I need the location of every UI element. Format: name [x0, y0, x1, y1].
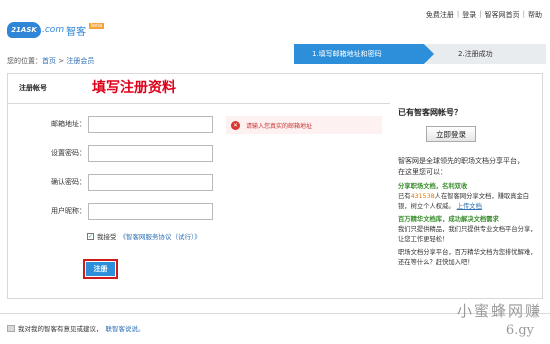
- section-1-title: 分享职场文档，名利双收: [398, 183, 468, 190]
- nav-separator: |: [522, 10, 525, 18]
- step-1-active: 1.填写邮箱地址和密码: [294, 44, 434, 64]
- nav-home-link[interactable]: 智客网首页: [485, 10, 520, 20]
- nickname-field-wrap: [8, 203, 218, 221]
- nav-separator: |: [479, 10, 482, 18]
- breadcrumb-prefix: 您的位置：: [7, 57, 42, 65]
- nav-help-link[interactable]: 帮助: [528, 10, 542, 20]
- password-field-wrap: [8, 145, 218, 163]
- top-nav: 免费注册 | 登录 | 智客网首页 | 帮助: [426, 10, 542, 20]
- password-field[interactable]: [88, 145, 213, 162]
- watermark-line-1: 小蜜蜂网赚: [456, 302, 542, 320]
- agree-checkbox[interactable]: ✓: [87, 232, 94, 240]
- sidebar-section-3: 职场文档分享平台，百万精华文档为您排忧解难，还在等什么？赶快加入吧！: [398, 249, 537, 266]
- breadcrumb: 您的位置：首页 > 注册会员: [7, 56, 94, 66]
- logo-mark: 21ASK: [7, 22, 41, 38]
- site-logo[interactable]: 21ASK .com 智客 beta: [7, 21, 105, 39]
- error-text: 请输入您真实的邮箱地址: [246, 122, 313, 130]
- nav-separator: |: [456, 10, 460, 18]
- agreement: ✓ 我接受 《智客网服务协议（试行）》: [87, 231, 201, 241]
- breadcrumb-home-link[interactable]: 首页: [42, 57, 56, 65]
- sidebar-question: 已有智客网帐号？: [398, 108, 462, 117]
- section-2-title: 百万精华文档库，成功解决文档需求: [398, 216, 499, 223]
- section-label: 注册帐号: [19, 84, 47, 92]
- feedback-icon: [7, 324, 15, 332]
- logo-name: 智客: [66, 26, 87, 38]
- error-icon: ✕: [231, 120, 240, 130]
- panel-header: 注册帐号 填写注册资料: [8, 74, 390, 104]
- register-button[interactable]: 注册: [86, 262, 115, 276]
- email-error-message: ✕ 请输入您真实的邮箱地址: [226, 116, 382, 134]
- breadcrumb-current-link[interactable]: 注册会员: [66, 57, 94, 65]
- confirm-password-field-wrap: [8, 174, 218, 192]
- sidebar: 已有智客网帐号？ 立即登录 智客网是全球领先的职场文档分享平台，在这里您可以： …: [398, 107, 548, 268]
- beta-badge: beta: [89, 23, 105, 29]
- progress-steps: 2.注册成功 1.填写邮箱地址和密码: [294, 44, 546, 64]
- confirm-password-field[interactable]: [88, 174, 213, 191]
- sidebar-section-2: 百万精华文档库，成功解决文档需求 我们只提供精品，我们只提供专业文档平台分享，让…: [398, 215, 540, 245]
- user-count: 431538: [410, 193, 435, 200]
- email-field[interactable]: [88, 116, 213, 133]
- breadcrumb-arrow: >: [58, 57, 65, 65]
- section-2-text: 我们只提供精品，我们只提供专业文档平台分享，让您工作更轻松！: [398, 226, 537, 243]
- watermark-line-2: 6.gy: [505, 323, 534, 338]
- step-2: 2.注册成功: [426, 44, 546, 64]
- email-field-wrap: [8, 116, 218, 134]
- feedback-text: 我对我的智客有意见或建议，: [18, 325, 103, 333]
- nickname-field[interactable]: [88, 203, 213, 220]
- watermark: 小蜜蜂网赚 6.gy: [457, 300, 542, 338]
- feedback-link[interactable]: 联智客说说。: [106, 323, 145, 333]
- page-title: 填写注册资料: [92, 80, 176, 96]
- sidebar-intro: 智客网是全球领先的职场文档分享平台，在这里您可以：: [398, 157, 524, 176]
- nav-register-link[interactable]: 免费注册: [426, 10, 454, 20]
- register-panel: 注册帐号 填写注册资料 邮箱地址： 设置密码： 确认密码： 用户昵称： ✕ 请输…: [7, 73, 543, 299]
- login-button[interactable]: 立即登录: [426, 126, 476, 142]
- section-1-text-a: 已有: [398, 193, 411, 200]
- register-button-highlight: 注册: [83, 259, 118, 279]
- upload-doc-link[interactable]: 上传文档: [457, 203, 482, 210]
- terms-link[interactable]: 《智客网服务协议（试行）》: [120, 231, 201, 241]
- feedback-bar: 我对我的智客有意见或建议， 联智客说说。: [7, 323, 145, 333]
- sidebar-section-1: 分享职场文档，名利双收 已有431538人在智客网分享文档，赚取真金白银，树立个…: [398, 182, 540, 212]
- logo-com: .com: [42, 25, 65, 35]
- nav-login-link[interactable]: 登录: [462, 10, 476, 20]
- agree-text: 我接受: [97, 233, 117, 241]
